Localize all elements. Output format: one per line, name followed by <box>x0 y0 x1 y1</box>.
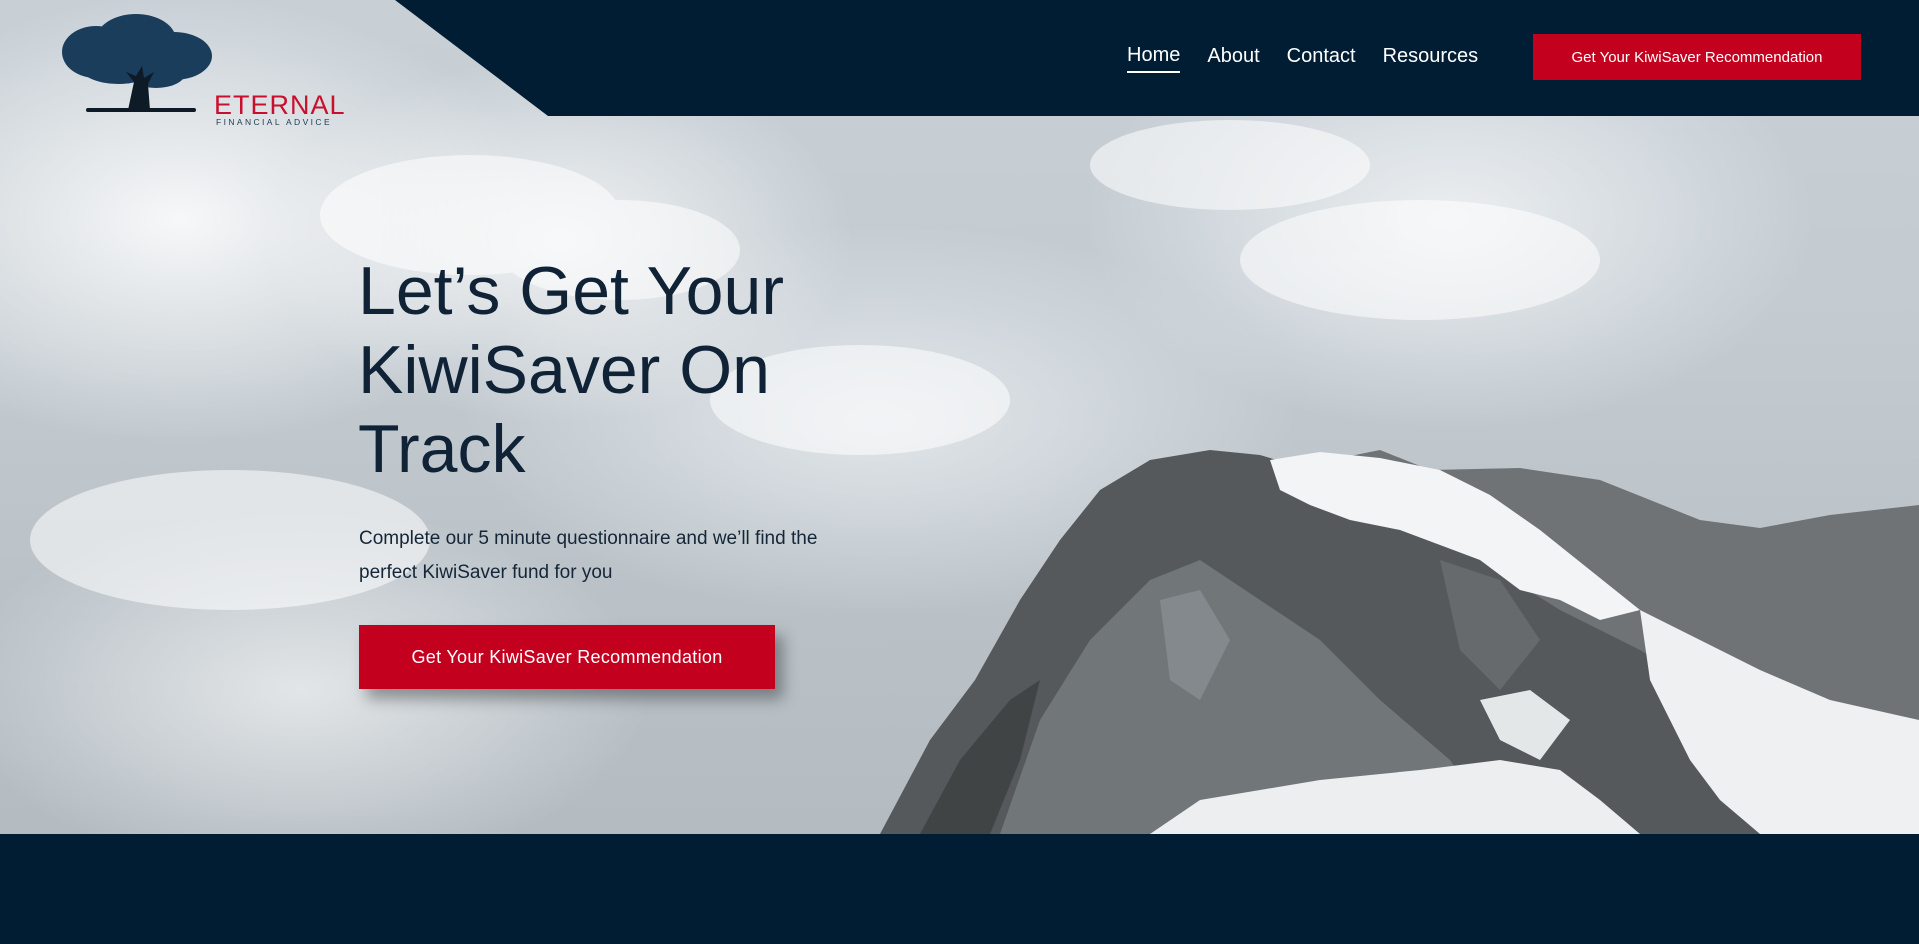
tree-icon <box>62 14 212 112</box>
hero-title-line: KiwiSaver On <box>358 332 770 408</box>
hero-title-line: Let’s Get Your <box>358 253 784 329</box>
header-recommendation-button[interactable]: Get Your KiwiSaver Recommendation <box>1533 34 1861 80</box>
footer-band <box>0 834 1919 944</box>
nav-link-home[interactable]: Home <box>1127 44 1181 73</box>
hero-subtitle-line: Complete our 5 minute questionnaire and … <box>359 528 818 549</box>
nav-link-resources[interactable]: Resources <box>1383 45 1479 72</box>
logo[interactable]: ETERNAL FINANCIAL ADVICE <box>56 12 345 126</box>
hero-recommendation-button[interactable]: Get Your KiwiSaver Recommendation <box>359 625 775 689</box>
nav-link-contact[interactable]: Contact <box>1287 45 1356 72</box>
hero-title-line: Track <box>358 411 526 487</box>
page: ETERNAL FINANCIAL ADVICE Home About Cont… <box>0 0 1919 944</box>
nav-link-about[interactable]: About <box>1207 45 1259 72</box>
logo-tagline: FINANCIAL ADVICE <box>216 117 333 127</box>
main-nav: Home About Contact Resources <box>1127 44 1505 73</box>
site-header: ETERNAL FINANCIAL ADVICE Home About Cont… <box>0 0 1919 126</box>
hero-subtitle-line: perfect KiwiSaver fund for you <box>359 562 613 583</box>
hero-title: Let’s Get Your KiwiSaver On Track <box>358 252 978 489</box>
hero-subtitle: Complete our 5 minute questionnaire and … <box>359 522 919 590</box>
logo-wordmark: ETERNAL <box>214 90 346 120</box>
